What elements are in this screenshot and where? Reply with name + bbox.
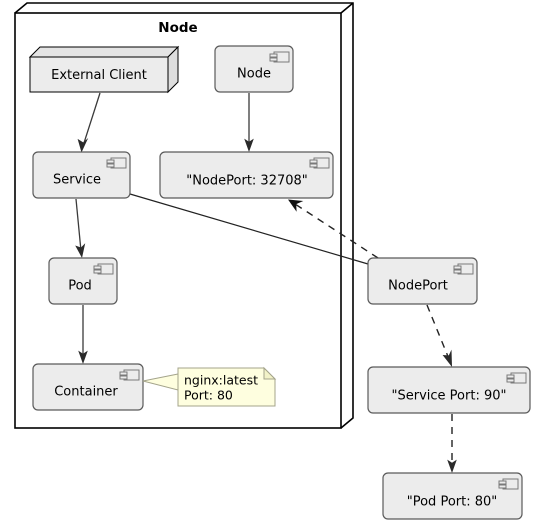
edge-pod-to-container bbox=[78, 305, 88, 364]
note-connector bbox=[142, 373, 179, 391]
note-line-1: nginx:latest bbox=[184, 373, 258, 388]
outer-node-title: Node bbox=[158, 20, 197, 36]
component-service-port[interactable]: "Service Port: 90" bbox=[367, 366, 531, 414]
component-nodeport-literal[interactable]: "NodePort: 32708" bbox=[159, 151, 334, 199]
external-client-label: External Client bbox=[51, 68, 147, 83]
component-icon bbox=[498, 478, 519, 490]
edge-line bbox=[294, 203, 379, 259]
pod-label: Pod bbox=[68, 279, 92, 294]
component-service[interactable]: Service bbox=[32, 151, 131, 199]
arrow-head-filled bbox=[77, 138, 89, 153]
component-pod[interactable]: Pod bbox=[48, 257, 118, 305]
edge-external-client-to-service bbox=[77, 92, 101, 153]
edge-service-to-pod bbox=[75, 198, 86, 258]
pod-port-label: "Pod Port: 80" bbox=[407, 495, 498, 510]
component-node[interactable]: Node bbox=[214, 45, 294, 93]
outer-node-corner-edge bbox=[340, 2, 354, 14]
edge-nodeport-to-service-port bbox=[426, 304, 452, 367]
arrow-head-filled bbox=[288, 199, 304, 212]
component-icon bbox=[269, 51, 290, 63]
nodeport-literal-label: "NodePort: 32708" bbox=[186, 174, 308, 189]
component-nodeport[interactable]: NodePort bbox=[367, 257, 478, 305]
edge-nodeport-to-nodeport-literal bbox=[288, 199, 379, 259]
component-pod-port[interactable]: "Pod Port: 80" bbox=[382, 472, 523, 520]
arrow-head-filled bbox=[442, 349, 452, 367]
component-icon bbox=[309, 157, 330, 169]
edge-node-to-nodeport-literal bbox=[244, 93, 254, 152]
edge-line bbox=[75, 198, 82, 252]
service-label: Service bbox=[53, 173, 101, 188]
note-container-details: nginx:latest Port: 80 bbox=[142, 366, 277, 407]
component-icon bbox=[506, 372, 527, 384]
container-label: Container bbox=[54, 385, 118, 400]
note-line-2: Port: 80 bbox=[184, 388, 233, 403]
node-external-client[interactable]: External Client bbox=[28, 45, 180, 94]
service-port-label: "Service Port: 90" bbox=[392, 389, 507, 404]
nodeport-label: NodePort bbox=[388, 279, 448, 294]
edge-service-port-to-pod-port bbox=[447, 414, 457, 473]
external-client-top-face bbox=[28, 46, 180, 58]
edge-line bbox=[82, 92, 101, 147]
deployment-diagram-canvas: Node External Client Node Service "NodeP… bbox=[0, 0, 541, 521]
component-container[interactable]: Container bbox=[32, 363, 144, 411]
note-fold-corner bbox=[263, 366, 277, 380]
node-component-label: Node bbox=[237, 67, 271, 82]
component-icon bbox=[453, 263, 474, 275]
arrow-head-filled bbox=[447, 459, 457, 473]
diagram-svg: Node External Client Node Service "NodeP… bbox=[14, 2, 531, 520]
component-icon bbox=[93, 263, 114, 275]
component-icon bbox=[106, 157, 127, 169]
edge-line bbox=[426, 304, 450, 360]
component-icon bbox=[119, 369, 140, 381]
